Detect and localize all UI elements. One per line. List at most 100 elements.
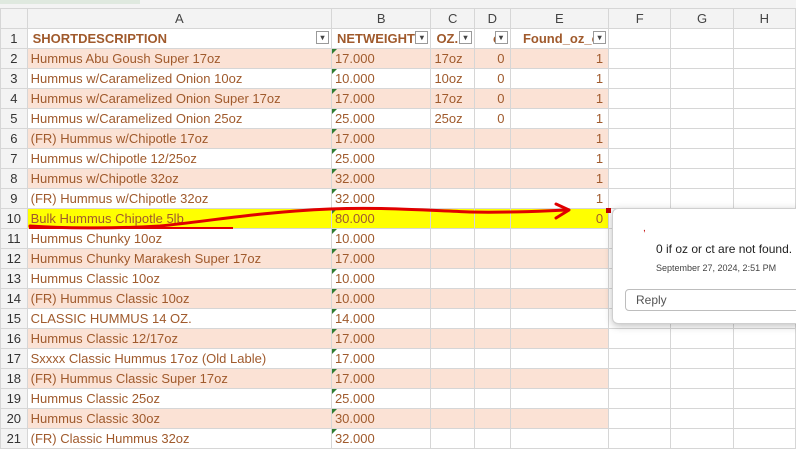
row-number[interactable]: 20 — [0, 408, 28, 429]
cell-e9[interactable]: 1 — [509, 188, 610, 209]
cell-c16[interactable] — [430, 328, 476, 349]
cell-b14[interactable]: 10.000 — [330, 288, 432, 309]
cell-a6[interactable]: (FR) Hummus w/Chipotle 17oz — [26, 128, 332, 149]
cell-d7[interactable] — [474, 148, 511, 169]
row-number[interactable]: 3 — [0, 68, 28, 89]
cell-c6[interactable] — [430, 128, 476, 149]
cell-e13[interactable] — [509, 268, 610, 289]
cell-b20[interactable]: 30.000 — [330, 408, 432, 429]
empty-cell[interactable] — [608, 388, 672, 409]
cell-a17[interactable]: Sxxxx Classic Hummus 17oz (Old Lable) — [26, 348, 332, 369]
empty-cell[interactable] — [670, 328, 734, 349]
empty-cell[interactable] — [732, 368, 796, 389]
cell-b8[interactable]: 32.000 — [330, 168, 432, 189]
row-number[interactable]: 13 — [0, 268, 28, 289]
column-header[interactable]: A — [26, 8, 332, 29]
cell-a4[interactable]: Hummus w/Caramelized Onion Super 17oz — [26, 88, 332, 109]
cell-b11[interactable]: 10.000 — [330, 228, 432, 249]
cell-b17[interactable]: 17.000 — [330, 348, 432, 369]
empty-cell[interactable] — [608, 368, 672, 389]
empty-cell[interactable] — [732, 388, 796, 409]
empty-cell[interactable] — [670, 368, 734, 389]
cell-e8[interactable]: 1 — [509, 168, 610, 189]
row-number[interactable]: 6 — [0, 128, 28, 149]
cell-a13[interactable]: Hummus Classic 10oz — [26, 268, 332, 289]
empty-cell[interactable] — [732, 328, 796, 349]
cell-a19[interactable]: Hummus Classic 25oz — [26, 388, 332, 409]
header-cell[interactable]: SHORTDESCRIPTION ▾ — [26, 28, 332, 49]
header-cell[interactable]: Found_oz_ct ▾ — [509, 28, 610, 49]
cell-a21[interactable]: (FR) Classic Hummus 32oz — [26, 428, 332, 449]
empty-cell[interactable] — [670, 108, 734, 129]
empty-cell[interactable] — [732, 428, 796, 449]
empty-cell[interactable] — [670, 128, 734, 149]
cell-b15[interactable]: 14.000 — [330, 308, 432, 329]
cell-e2[interactable]: 1 — [509, 48, 610, 69]
cell-a18[interactable]: (FR) Hummus Classic Super 17oz — [26, 368, 332, 389]
cell-d18[interactable] — [474, 368, 511, 389]
cell-b16[interactable]: 17.000 — [330, 328, 432, 349]
column-header[interactable]: F — [608, 8, 672, 29]
empty-cell[interactable] — [732, 348, 796, 369]
empty-cell[interactable] — [608, 28, 672, 49]
cell-a2[interactable]: Hummus Abu Goush Super 17oz — [26, 48, 332, 69]
cell-c4[interactable]: 17oz — [430, 88, 476, 109]
cell-e3[interactable]: 1 — [509, 68, 610, 89]
cell-c18[interactable] — [430, 368, 476, 389]
cell-c3[interactable]: 10oz — [430, 68, 476, 89]
cell-e17[interactable] — [509, 348, 610, 369]
cell-d10[interactable] — [474, 208, 511, 229]
cell-e15[interactable] — [509, 308, 610, 329]
cell-e7[interactable]: 1 — [509, 148, 610, 169]
row-number[interactable]: 2 — [0, 48, 28, 69]
cell-b10[interactable]: 80.000 — [330, 208, 432, 229]
empty-cell[interactable] — [608, 68, 672, 89]
filter-dropdown-icon[interactable]: ▾ — [415, 31, 429, 44]
empty-cell[interactable] — [670, 28, 734, 49]
cell-b2[interactable]: 17.000 — [330, 48, 432, 69]
row-number[interactable]: 4 — [0, 88, 28, 109]
comment-indicator[interactable] — [606, 208, 611, 213]
row-number[interactable]: 9 — [0, 188, 28, 209]
cell-a5[interactable]: Hummus w/Caramelized Onion 25oz — [26, 108, 332, 129]
cell-d15[interactable] — [474, 308, 511, 329]
empty-cell[interactable] — [670, 88, 734, 109]
cell-b9[interactable]: 32.000 — [330, 188, 432, 209]
cell-c11[interactable] — [430, 228, 476, 249]
cell-b3[interactable]: 10.000 — [330, 68, 432, 89]
header-cell[interactable]: OZ. ▾ — [430, 28, 476, 49]
cell-e14[interactable] — [509, 288, 610, 309]
empty-cell[interactable] — [608, 48, 672, 69]
cell-c8[interactable] — [430, 168, 476, 189]
cell-e20[interactable] — [509, 408, 610, 429]
row-number[interactable]: 17 — [0, 348, 28, 369]
column-header[interactable]: D — [474, 8, 511, 29]
row-number[interactable]: 5 — [0, 108, 28, 129]
empty-cell[interactable] — [608, 328, 672, 349]
row-number[interactable]: 7 — [0, 148, 28, 169]
empty-cell[interactable] — [608, 108, 672, 129]
cell-b4[interactable]: 17.000 — [330, 88, 432, 109]
cell-a16[interactable]: Hummus Classic 12/17oz — [26, 328, 332, 349]
row-number[interactable]: 14 — [0, 288, 28, 309]
empty-cell[interactable] — [608, 348, 672, 369]
filter-dropdown-icon[interactable]: ▾ — [315, 31, 329, 44]
empty-cell[interactable] — [732, 128, 796, 149]
cell-c21[interactable] — [430, 428, 476, 449]
cell-e6[interactable]: 1 — [509, 128, 610, 149]
empty-cell[interactable] — [670, 168, 734, 189]
cell-a20[interactable]: Hummus Classic 30oz — [26, 408, 332, 429]
cell-a3[interactable]: Hummus w/Caramelized Onion 10oz — [26, 68, 332, 89]
cell-e11[interactable] — [509, 228, 610, 249]
cell-e12[interactable] — [509, 248, 610, 269]
cell-d14[interactable] — [474, 288, 511, 309]
cell-c10[interactable] — [430, 208, 476, 229]
cell-b5[interactable]: 25.000 — [330, 108, 432, 129]
cell-c5[interactable]: 25oz — [430, 108, 476, 129]
cell-b21[interactable]: 32.000 — [330, 428, 432, 449]
cell-d13[interactable] — [474, 268, 511, 289]
row-number[interactable]: 11 — [0, 228, 28, 249]
empty-cell[interactable] — [608, 428, 672, 449]
comment-reply-input[interactable]: Reply — [625, 289, 796, 311]
cell-e10[interactable]: 0 — [509, 208, 610, 229]
